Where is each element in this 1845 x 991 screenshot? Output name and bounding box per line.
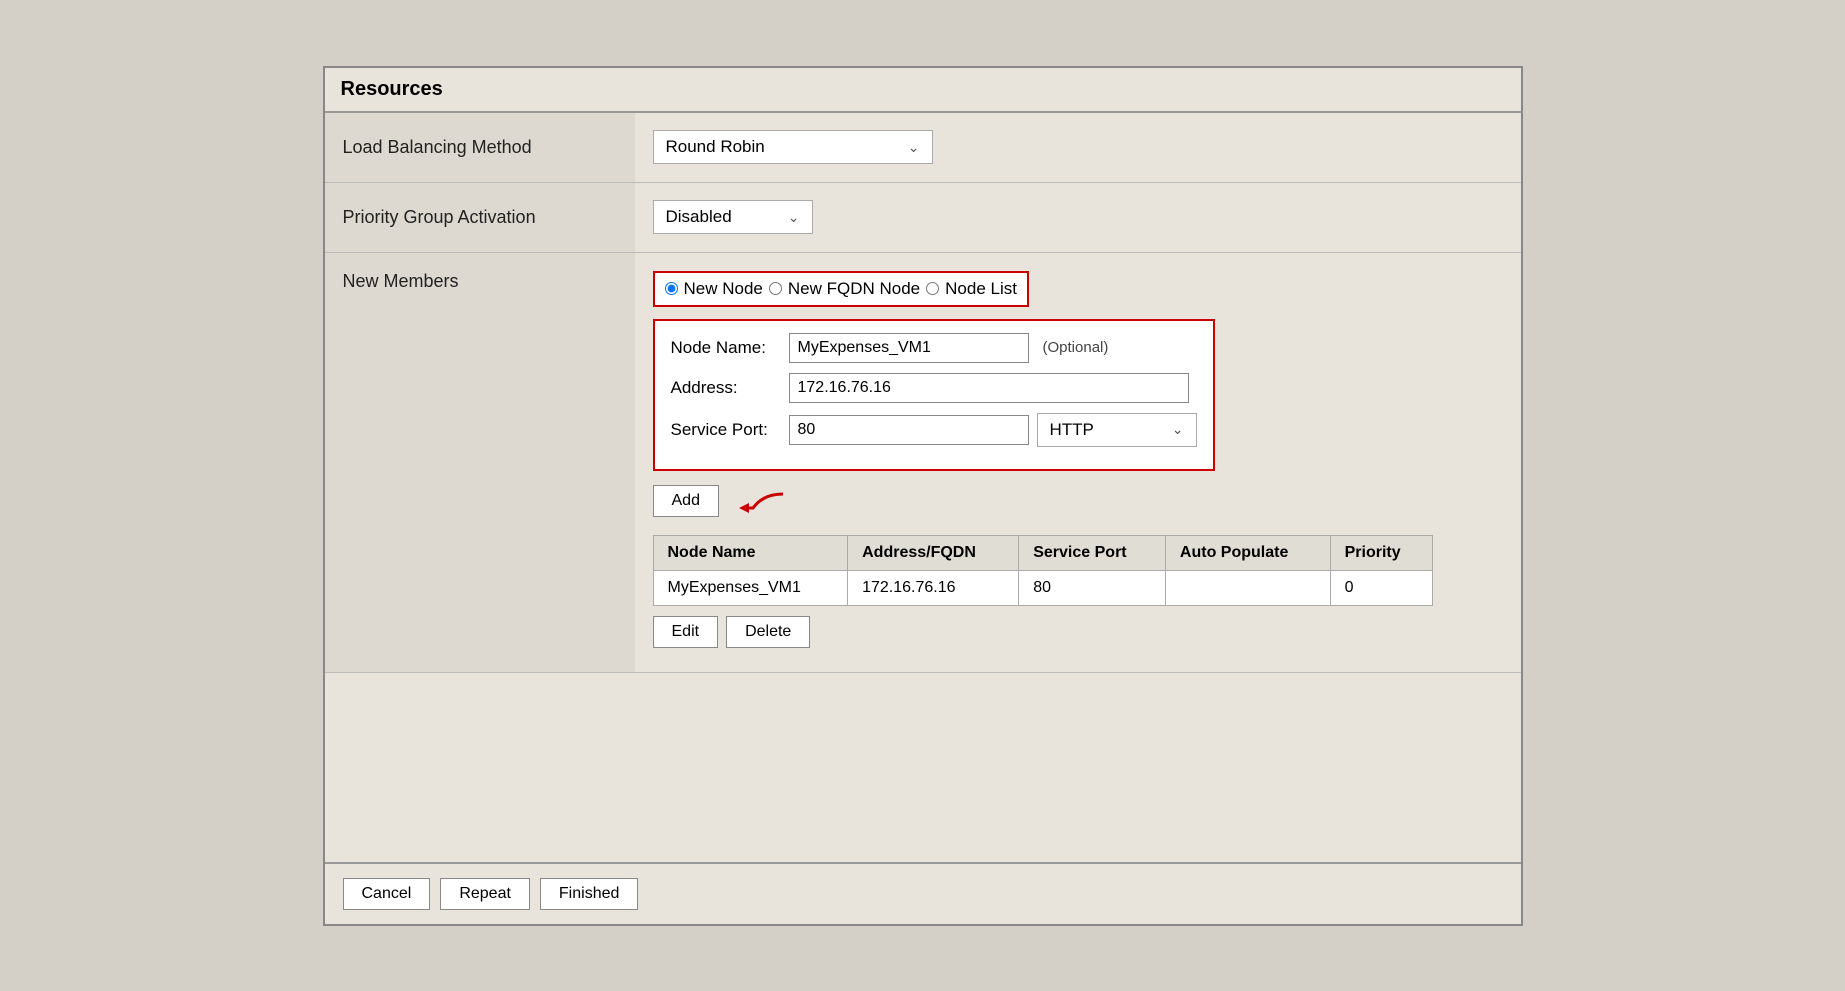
table-row: MyExpenses_VM1 172.16.76.16 80 0 (653, 570, 1432, 605)
cell-service-port: 80 (1019, 570, 1166, 605)
cancel-button[interactable]: Cancel (343, 878, 431, 910)
cell-priority: 0 (1330, 570, 1432, 605)
table-actions: Edit Delete (653, 616, 1503, 648)
node-list-radio[interactable] (926, 282, 939, 295)
edit-button[interactable]: Edit (653, 616, 719, 648)
new-members-label: New Members (325, 253, 635, 672)
finished-button[interactable]: Finished (540, 878, 638, 910)
new-members-row: New Members New Node New FQDN Node Node … (325, 253, 1521, 673)
new-fqdn-label: New FQDN Node (788, 279, 920, 299)
table-header-row: Node Name Address/FQDN Service Port Auto… (653, 535, 1432, 570)
load-balancing-control: Round Robin ⌄ (635, 116, 1521, 178)
new-node-radio[interactable] (665, 282, 678, 295)
add-button[interactable]: Add (653, 485, 719, 517)
load-balancing-row: Load Balancing Method Round Robin ⌄ (325, 113, 1521, 183)
chevron-down-icon: ⌄ (1152, 421, 1184, 438)
add-area: Add (653, 485, 1503, 517)
cell-address: 172.16.76.16 (848, 570, 1019, 605)
delete-button[interactable]: Delete (726, 616, 810, 648)
members-table: Node Name Address/FQDN Service Port Auto… (653, 535, 1433, 606)
radio-highlight-box: New Node New FQDN Node Node List (653, 271, 1029, 307)
priority-group-dropdown[interactable]: Disabled ⌄ (653, 200, 813, 234)
cell-auto-populate (1165, 570, 1330, 605)
new-members-control: New Node New FQDN Node Node List Node Na… (635, 253, 1521, 662)
resources-window: Resources Load Balancing Method Round Ro… (323, 66, 1523, 926)
col-priority: Priority (1330, 535, 1432, 570)
node-name-input[interactable] (789, 333, 1029, 363)
address-input[interactable] (789, 373, 1189, 403)
address-label: Address: (671, 378, 781, 398)
load-balancing-dropdown[interactable]: Round Robin ⌄ (653, 130, 933, 164)
service-port-row: Service Port: HTTP ⌄ (671, 413, 1197, 447)
new-node-label: New Node (684, 279, 763, 299)
service-port-dropdown-value: HTTP (1050, 420, 1094, 440)
col-address: Address/FQDN (848, 535, 1019, 570)
address-row: Address: (671, 373, 1197, 403)
priority-group-label: Priority Group Activation (325, 183, 635, 252)
radio-group: New Node New FQDN Node Node List (665, 279, 1017, 299)
node-list-label: Node List (945, 279, 1017, 299)
priority-group-control: Disabled ⌄ (635, 186, 1521, 248)
node-fields-box: Node Name: (Optional) Address: Service P… (653, 319, 1215, 471)
port-group: HTTP ⌄ (789, 413, 1197, 447)
chevron-down-icon: ⌄ (888, 139, 920, 156)
col-node-name: Node Name (653, 535, 848, 570)
col-auto-populate: Auto Populate (1165, 535, 1330, 570)
cell-node-name: MyExpenses_VM1 (653, 570, 848, 605)
load-balancing-value: Round Robin (666, 137, 765, 157)
new-fqdn-radio[interactable] (769, 282, 782, 295)
col-service-port: Service Port (1019, 535, 1166, 570)
priority-group-value: Disabled (666, 207, 732, 227)
form-body: Load Balancing Method Round Robin ⌄ Prio… (325, 113, 1521, 862)
service-port-input[interactable] (789, 415, 1029, 445)
service-port-label: Service Port: (671, 420, 781, 440)
load-balancing-label: Load Balancing Method (325, 113, 635, 182)
footer: Cancel Repeat Finished (325, 862, 1521, 924)
node-name-row: Node Name: (Optional) (671, 333, 1197, 363)
page-title: Resources (325, 68, 1521, 113)
priority-group-row: Priority Group Activation Disabled ⌄ (325, 183, 1521, 253)
repeat-button[interactable]: Repeat (440, 878, 530, 910)
node-name-label: Node Name: (671, 338, 781, 358)
chevron-down-icon: ⌄ (768, 209, 800, 226)
add-arrow-icon (733, 486, 793, 516)
optional-label: (Optional) (1043, 339, 1109, 356)
service-port-dropdown[interactable]: HTTP ⌄ (1037, 413, 1197, 447)
